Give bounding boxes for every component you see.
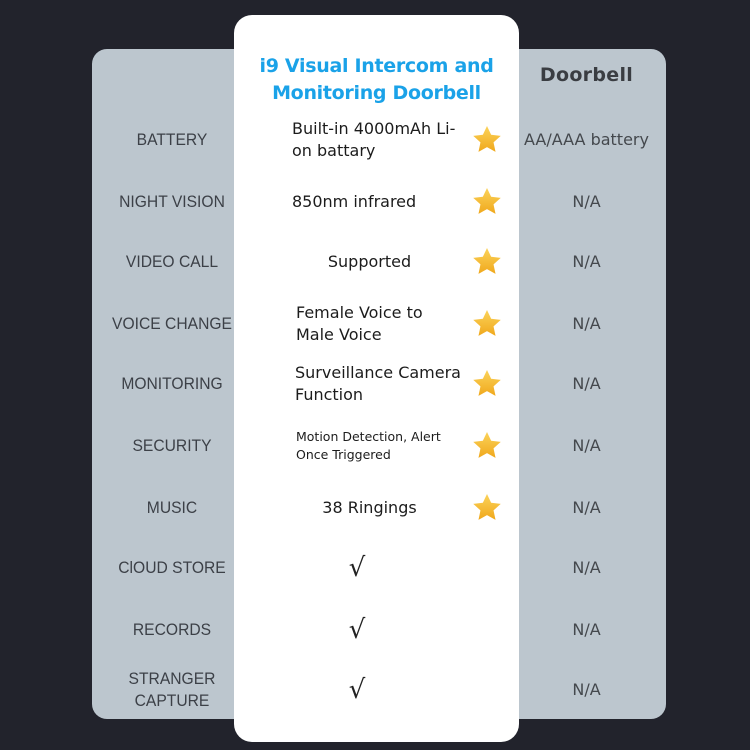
- feature-value: 850nm infrared: [292, 192, 417, 211]
- row-label: BATTERY: [136, 130, 208, 149]
- feature-value: Built-in 4000mAh Li-on battary: [292, 119, 456, 160]
- table-row-records: RECORDS √ N/A: [92, 602, 666, 658]
- row-label: MONITORING: [121, 374, 223, 393]
- feature-value: Motion Detection, Alert Once Triggered: [296, 429, 441, 462]
- row-label: SECURITY: [132, 436, 212, 455]
- compare-title: Doorbell: [539, 64, 634, 86]
- feature-value: Supported: [327, 252, 412, 271]
- star-icon: [473, 494, 501, 520]
- check-icon: √: [348, 675, 366, 705]
- feature-value: Female Voice to Male Voice: [296, 303, 423, 344]
- table-row-monitoring: MONITORING Surveillance Camera Function …: [92, 356, 666, 412]
- compare-value: N/A: [572, 374, 601, 393]
- table-row-battery: BATTERY Built-in 4000mAh Li-on battary A…: [92, 112, 666, 168]
- row-label: STRANGER CAPTURE: [128, 669, 216, 710]
- table-row-voice-change: VOICE CHANGE Female Voice to Male Voice …: [92, 296, 666, 352]
- table-row-security: SECURITY Motion Detection, Alert Once Tr…: [92, 418, 666, 474]
- compare-value: N/A: [572, 192, 601, 211]
- row-label: VIDEO CALL: [125, 252, 219, 271]
- star-icon: [473, 188, 501, 214]
- feature-value: 38 Ringings: [322, 498, 417, 517]
- row-label: ClOUD STORE: [118, 558, 226, 577]
- check-icon: √: [348, 553, 366, 583]
- product-title: i9 Visual Intercom and Monitoring Doorbe…: [259, 55, 494, 104]
- compare-value: N/A: [572, 436, 601, 455]
- table-row-music: MUSIC 38 Ringings N/A: [92, 480, 666, 536]
- row-label: NIGHT VISION: [119, 192, 225, 211]
- star-icon: [473, 432, 501, 458]
- row-label: VOICE CHANGE: [112, 314, 232, 333]
- compare-value: N/A: [572, 680, 601, 699]
- table-row-stranger-capture: STRANGER CAPTURE √ N/A: [92, 662, 666, 718]
- row-label: RECORDS: [132, 620, 212, 639]
- compare-value: N/A: [572, 498, 601, 517]
- feature-value: Surveillance Camera Function: [295, 363, 461, 404]
- star-icon: [473, 126, 501, 152]
- star-icon: [473, 310, 501, 336]
- row-label: MUSIC: [146, 498, 198, 517]
- table-row-video-call: VIDEO CALL Supported N/A: [92, 234, 666, 290]
- compare-value: N/A: [572, 620, 601, 639]
- compare-value: N/A: [572, 558, 601, 577]
- star-icon: [473, 370, 501, 396]
- compare-value: N/A: [572, 314, 601, 333]
- compare-value: N/A: [572, 252, 601, 271]
- table-row-cloud-store: ClOUD STORE √ N/A: [92, 540, 666, 596]
- check-icon: √: [348, 615, 366, 645]
- compare-value: AA/AAA battery: [524, 130, 649, 149]
- table-row-night-vision: NIGHT VISION 850nm infrared N/A: [92, 174, 666, 230]
- star-icon: [473, 248, 501, 274]
